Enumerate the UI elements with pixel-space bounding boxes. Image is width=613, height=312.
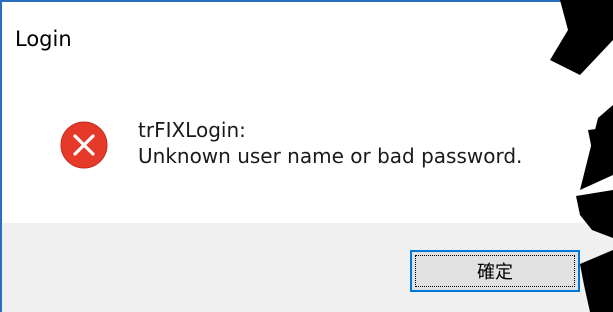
dialog-content: trFIXLogin: Unknown user name or bad pas… xyxy=(2,76,613,223)
ok-button-label: 確定 xyxy=(477,262,513,283)
error-icon xyxy=(60,121,108,169)
login-dialog: Login trFIXLogin: Unknown user name or b… xyxy=(0,0,613,312)
message-body: Unknown user name or bad password. xyxy=(138,144,523,168)
close-icon xyxy=(575,30,595,50)
close-button[interactable] xyxy=(562,20,608,60)
dialog-footer: 確定 xyxy=(2,223,613,312)
dialog-title: Login xyxy=(15,27,72,51)
error-message: trFIXLogin: Unknown user name or bad pas… xyxy=(138,117,522,169)
title-bar[interactable]: Login xyxy=(2,2,613,76)
ok-button[interactable]: 確定 xyxy=(410,250,580,292)
message-source: trFIXLogin: xyxy=(138,118,246,142)
